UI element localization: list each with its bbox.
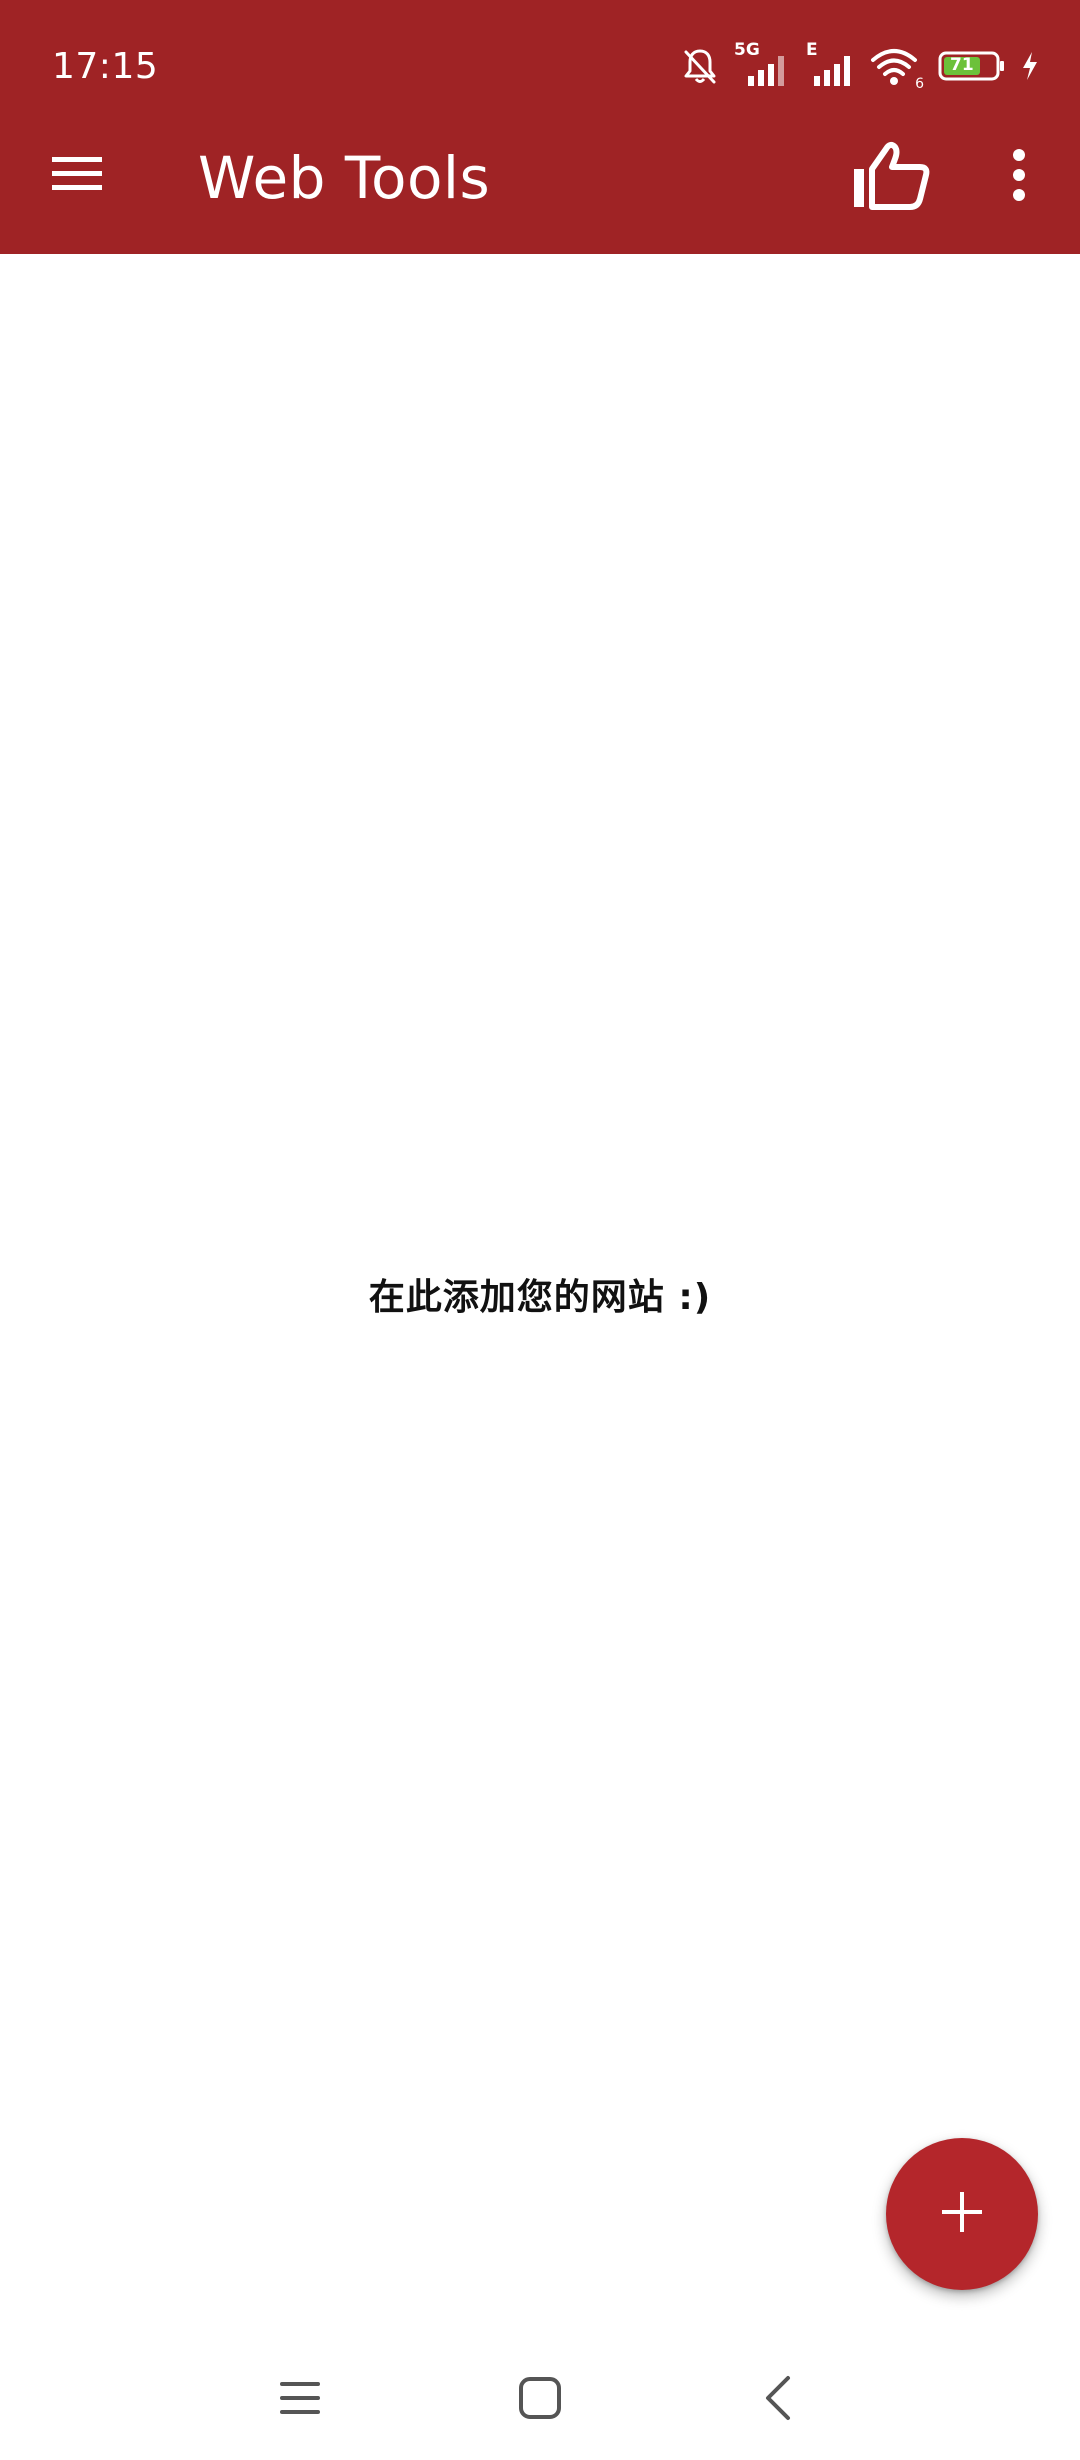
bell-muted-icon — [680, 46, 720, 86]
system-navigation-bar — [0, 2340, 1080, 2460]
add-website-button[interactable] — [886, 2138, 1038, 2290]
battery-level: 71 — [950, 55, 974, 75]
signal-5g-icon: 5G — [734, 40, 792, 88]
recents-icon — [278, 2378, 322, 2422]
battery-icon: 71 — [938, 50, 1006, 82]
menu-button[interactable] — [40, 135, 114, 215]
status-icons: 5G E 6 71 — [680, 40, 1040, 92]
like-button[interactable] — [848, 135, 932, 219]
app-top-bar: 17:15 5G E 6 71 Web Tools — [0, 0, 1080, 254]
home-button[interactable] — [500, 2364, 580, 2436]
wifi-icon: 6 — [870, 44, 924, 92]
app-title: Web Tools — [198, 144, 491, 212]
recents-button[interactable] — [260, 2364, 340, 2436]
status-time: 17:15 — [52, 46, 159, 87]
plus-icon — [940, 2190, 984, 2238]
back-icon — [762, 2374, 794, 2426]
home-icon — [518, 2376, 562, 2424]
more-options-button[interactable] — [994, 135, 1044, 219]
menu-icon — [50, 153, 104, 197]
screen: 17:15 5G E 6 71 Web Tools 在此添加您的网站:) — [0, 0, 1080, 2460]
empty-state-message: 在此添加您的网站 :) — [368, 1277, 712, 1318]
charging-bolt-icon — [1020, 50, 1040, 82]
more-vert-icon — [1011, 149, 1027, 205]
back-button[interactable] — [738, 2364, 818, 2436]
thumbs-up-icon — [850, 139, 930, 215]
wifi-badge: 6 — [915, 76, 924, 92]
signal-e-icon: E — [806, 40, 856, 88]
